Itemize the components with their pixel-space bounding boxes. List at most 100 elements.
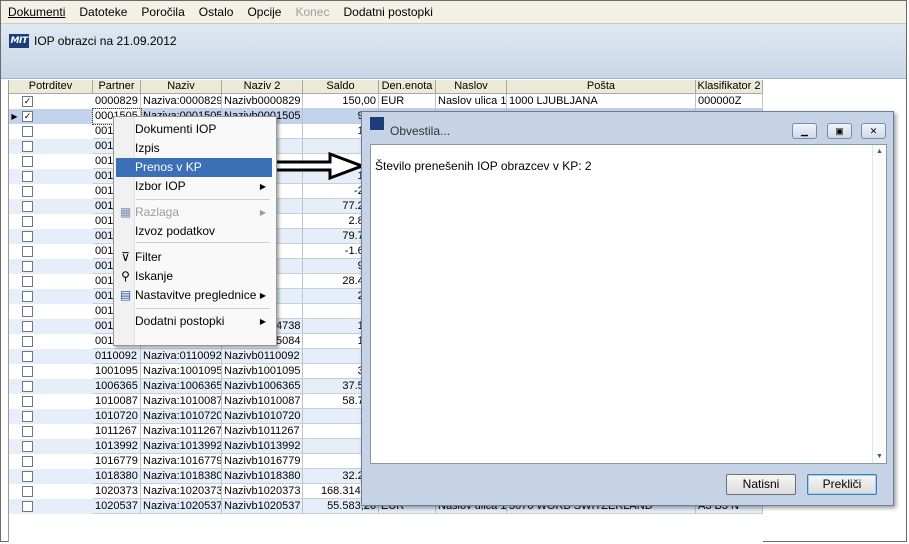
cell-partner[interactable]: 0000829 [93, 94, 141, 109]
row-confirm-checkbox[interactable] [22, 351, 33, 362]
menu-dodatni-postopki[interactable]: Dodatni postopki [336, 5, 439, 19]
cell-naslov[interactable]: Naslov ulica 1 [436, 94, 507, 109]
cell-naziv2[interactable]: Nazivb1016779 [222, 454, 303, 469]
row-confirm-checkbox[interactable] [22, 321, 33, 332]
table-row[interactable]: ✓ 0000829 Naziva:0000829 Nazivb0000829 150,0… [9, 94, 763, 109]
col-den-enota-header[interactable]: Den.enota [379, 80, 436, 94]
cell-naziv[interactable]: Naziva:1013992 [141, 439, 222, 454]
row-confirm-checkbox[interactable] [22, 276, 33, 287]
menu-item-izvoz-podatkov[interactable]: Izvoz podatkov [116, 222, 272, 241]
cell-naziv2[interactable]: Nazivb1001095 [222, 364, 303, 379]
row-confirm-checkbox[interactable] [22, 381, 33, 392]
cell-naziv[interactable]: Naziva:1006365 [141, 379, 222, 394]
cell-partner[interactable]: 1020537 [93, 499, 141, 514]
col-naslov-header[interactable]: Naslov [436, 80, 507, 94]
cell-naziv[interactable]: Naziva:1018380 [141, 469, 222, 484]
cell-naziv2[interactable]: Nazivb1010087 [222, 394, 303, 409]
minimize-button[interactable]: ▁ [792, 123, 817, 139]
col-posta-header[interactable]: Pošta [507, 80, 696, 94]
cell-partner[interactable]: 1013992 [93, 439, 141, 454]
cell-den[interactable]: EUR [379, 94, 436, 109]
row-confirm-checkbox[interactable] [22, 441, 33, 452]
row-confirm-checkbox[interactable] [22, 186, 33, 197]
cell-naziv2[interactable]: Nazivb1010720 [222, 409, 303, 424]
cell-naziv[interactable]: Naziva:0110092 [141, 349, 222, 364]
cell-saldo[interactable]: 150,00 [303, 94, 379, 109]
cell-partner[interactable]: 1016779 [93, 454, 141, 469]
menu-item-izpis[interactable]: Izpis [116, 139, 272, 158]
row-confirm-checkbox[interactable] [22, 201, 33, 212]
menu-opcije[interactable]: Opcije [240, 5, 288, 19]
col-klasifikator2-header[interactable]: Klasifikator 2 [696, 80, 763, 94]
close-button[interactable]: ✕ [861, 123, 886, 139]
row-confirm-checkbox[interactable] [22, 501, 33, 512]
cell-posta[interactable]: 1000 LJUBLJANA [507, 94, 696, 109]
menu-item-dodatni-postopki[interactable]: Dodatni postopki ▶ [116, 312, 272, 331]
cell-partner[interactable]: 1020373 [93, 484, 141, 499]
cell-partner[interactable]: 1011267 [93, 424, 141, 439]
row-confirm-checkbox[interactable] [22, 291, 33, 302]
row-confirm-checkbox[interactable] [22, 471, 33, 482]
cell-partner[interactable]: 1010087 [93, 394, 141, 409]
col-naziv-header[interactable]: Naziv [141, 80, 222, 94]
row-confirm-checkbox[interactable] [22, 141, 33, 152]
cell-naziv2[interactable]: Nazivb1011267 [222, 424, 303, 439]
scroll-up-icon[interactable]: ▲ [876, 148, 883, 155]
vertical-scrollbar[interactable]: ▲ ▼ [872, 145, 886, 463]
cell-naziv[interactable]: Naziva:1001095 [141, 364, 222, 379]
row-confirm-checkbox[interactable]: ✓ [22, 96, 33, 107]
cell-naziv[interactable]: Naziva:1016779 [141, 454, 222, 469]
row-confirm-checkbox[interactable] [22, 411, 33, 422]
cell-naziv2[interactable]: Nazivb1013992 [222, 439, 303, 454]
menu-item-dokumenti-iop[interactable]: Dokumenti IOP [116, 120, 272, 139]
cell-partner[interactable]: 1018380 [93, 469, 141, 484]
cell-naziv2[interactable]: Nazivb0000829 [222, 94, 303, 109]
cell-partner[interactable]: 1006365 [93, 379, 141, 394]
cell-naziv[interactable]: Naziva:1010720 [141, 409, 222, 424]
row-confirm-checkbox[interactable] [22, 456, 33, 467]
col-naziv2-header[interactable]: Naziv 2 [222, 80, 303, 94]
row-confirm-checkbox[interactable] [22, 426, 33, 437]
cell-naziv2[interactable]: Nazivb1006365 [222, 379, 303, 394]
row-confirm-checkbox[interactable] [22, 486, 33, 497]
menu-item-filter[interactable]: ⊽ Filter [116, 248, 272, 267]
print-button[interactable]: Natisni [726, 474, 796, 495]
cell-naziv[interactable]: Naziva:1011267 [141, 424, 222, 439]
cell-naziv[interactable]: Naziva:1010087 [141, 394, 222, 409]
menu-item-izbor-iop[interactable]: Izbor IOP ▶ [116, 177, 272, 196]
cell-naziv[interactable]: Naziva:1020373 [141, 484, 222, 499]
row-confirm-checkbox[interactable] [22, 261, 33, 272]
row-confirm-checkbox[interactable] [22, 231, 33, 242]
cell-klas[interactable]: 000000Z [696, 94, 763, 109]
row-confirm-checkbox[interactable] [22, 156, 33, 167]
row-confirm-checkbox[interactable] [22, 246, 33, 257]
row-confirm-checkbox[interactable] [22, 126, 33, 137]
row-confirm-checkbox[interactable]: ✓ [22, 111, 33, 122]
menu-porocila[interactable]: Poročila [134, 5, 191, 19]
menu-item-iskanje[interactable]: ⚲ Iskanje [116, 267, 272, 286]
cell-naziv2[interactable]: Nazivb1018380 [222, 469, 303, 484]
cancel-button[interactable]: Prekliči [807, 474, 877, 495]
cell-naziv[interactable]: Naziva:0000829 [141, 94, 222, 109]
menu-item-prenos-v-kp[interactable]: Prenos v KP [116, 158, 272, 177]
menu-dokumenti[interactable]: Dokumenti [1, 5, 72, 19]
row-confirm-checkbox[interactable] [22, 306, 33, 317]
row-confirm-checkbox[interactable] [22, 366, 33, 377]
row-confirm-checkbox[interactable] [22, 336, 33, 347]
scroll-down-icon[interactable]: ▼ [876, 453, 883, 460]
cell-naziv2[interactable]: Nazivb0110092 [222, 349, 303, 364]
cell-naziv2[interactable]: Nazivb1020537 [222, 499, 303, 514]
cell-partner[interactable]: 1001095 [93, 364, 141, 379]
menu-item-nastavitve-preglednice[interactable]: ▤ Nastavitve preglednice ▶ [116, 286, 272, 305]
cell-naziv[interactable]: Naziva:1020537 [141, 499, 222, 514]
col-partner-header[interactable]: Partner [93, 80, 141, 94]
col-potrditev-header[interactable]: Potrditev [9, 80, 93, 94]
cell-partner[interactable]: 0110092 [93, 349, 141, 364]
menu-ostalo[interactable]: Ostalo [192, 5, 241, 19]
cell-partner[interactable]: 1010720 [93, 409, 141, 424]
cell-naziv2[interactable]: Nazivb1020373 [222, 484, 303, 499]
row-confirm-checkbox[interactable] [22, 171, 33, 182]
row-confirm-checkbox[interactable] [22, 216, 33, 227]
row-confirm-checkbox[interactable] [22, 396, 33, 407]
col-saldo-header[interactable]: Saldo [303, 80, 379, 94]
